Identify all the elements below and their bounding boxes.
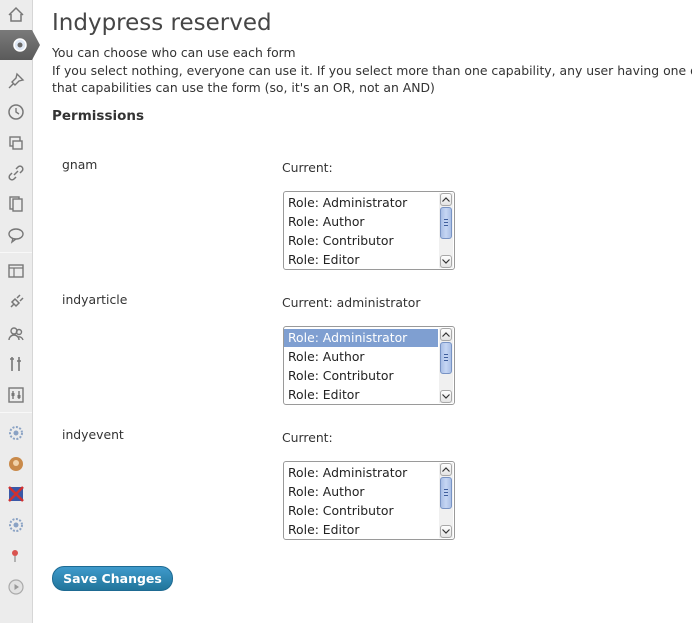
list-option-selected[interactable]: Role: Administrator [284,329,438,347]
scroll-down-arrow-icon[interactable] [440,525,452,538]
scroll-up-arrow-icon[interactable] [440,328,452,341]
scrollbar[interactable] [439,193,453,268]
list-option[interactable]: Role: Administrator [284,194,438,212]
media-icon[interactable] [0,128,32,158]
avatar-icon[interactable] [0,449,32,479]
appearance-icon[interactable] [0,256,32,286]
pin-red-icon[interactable] [0,541,32,571]
capability-listbox[interactable]: Role: Administrator Role: Author Role: C… [283,461,455,540]
list-option[interactable]: Role: Editor [284,521,438,539]
media-icon [9,136,23,150]
pages-icon [9,196,23,212]
plugins-icon[interactable] [0,287,32,317]
gear-icon[interactable] [0,418,32,448]
gear-icon [9,518,23,532]
admin-sidebar [0,0,40,623]
sidebar-separator [0,412,32,413]
tools-icon[interactable] [0,349,32,379]
users-icon [8,327,24,341]
wrench-icon [10,357,21,371]
gear-icon [9,426,23,440]
capability-listbox[interactable]: Role: Administrator Role: Author Role: C… [283,191,455,270]
pushpin-icon [8,72,25,89]
sidebar-separator [0,252,32,253]
plug-icon [10,294,24,308]
description-line-2: If you select nothing, everyone can use … [52,63,692,78]
form-name-label: indyarticle [62,292,128,307]
home-icon [8,6,24,22]
clock-icon [8,104,24,120]
list-option[interactable]: Role: Editor [284,251,438,269]
avatar-icon [9,457,23,471]
gear-icon [13,38,27,52]
pin-icon[interactable] [0,66,32,96]
sliders-icon [8,387,24,403]
scroll-down-arrow-icon[interactable] [440,255,452,268]
form-name-label: indyevent [62,427,124,442]
comments-icon[interactable] [0,220,32,250]
flag-icon [8,486,24,502]
settings-icon[interactable] [0,30,40,60]
list-option[interactable]: Role: Contributor [284,367,438,385]
list-option[interactable]: Role: Contributor [284,232,438,250]
description-line-3: that capabilities can use the form (so, … [52,80,435,95]
current-capability-label: Current: [282,160,333,175]
list-option[interactable]: Role: Author [284,348,438,366]
scroll-up-arrow-icon[interactable] [440,463,452,476]
chain-link-icon [8,165,24,181]
list-option[interactable]: Role: Contributor [284,502,438,520]
section-heading: Permissions [52,108,145,124]
layout-icon [8,264,24,278]
save-changes-button[interactable]: Save Changes [52,566,173,591]
current-capability-label: Current: administrator [282,295,421,310]
users-icon[interactable] [0,318,32,348]
dashboard-icon[interactable] [0,0,32,30]
pin-red-icon [12,550,18,562]
scroll-thumb[interactable] [440,207,452,239]
flag-icon[interactable] [0,479,32,509]
clock-icon[interactable] [0,97,32,127]
play-icon[interactable] [0,572,32,602]
list-option[interactable]: Role: Editor [284,386,438,404]
scrollbar[interactable] [439,463,453,538]
speech-bubble-icon [8,228,24,244]
gear-icon[interactable] [0,510,32,540]
description-line-1: You can choose who can use each form [52,45,296,60]
scroll-thumb[interactable] [440,342,452,374]
list-option[interactable]: Role: Administrator [284,464,438,482]
settings-sliders-icon[interactable] [0,380,32,410]
scrollbar[interactable] [439,328,453,403]
link-icon[interactable] [0,158,32,188]
capability-listbox[interactable]: Role: Administrator Role: Author Role: C… [283,326,455,405]
scroll-up-arrow-icon[interactable] [440,193,452,206]
play-circle-icon [8,579,24,595]
list-option[interactable]: Role: Author [284,483,438,501]
form-name-label: gnam [62,157,98,172]
pages-icon[interactable] [0,189,32,219]
scroll-thumb[interactable] [440,477,452,509]
current-capability-label: Current: [282,430,333,445]
page-title: Indypress reserved [52,10,272,36]
scroll-down-arrow-icon[interactable] [440,390,452,403]
list-option[interactable]: Role: Author [284,213,438,231]
